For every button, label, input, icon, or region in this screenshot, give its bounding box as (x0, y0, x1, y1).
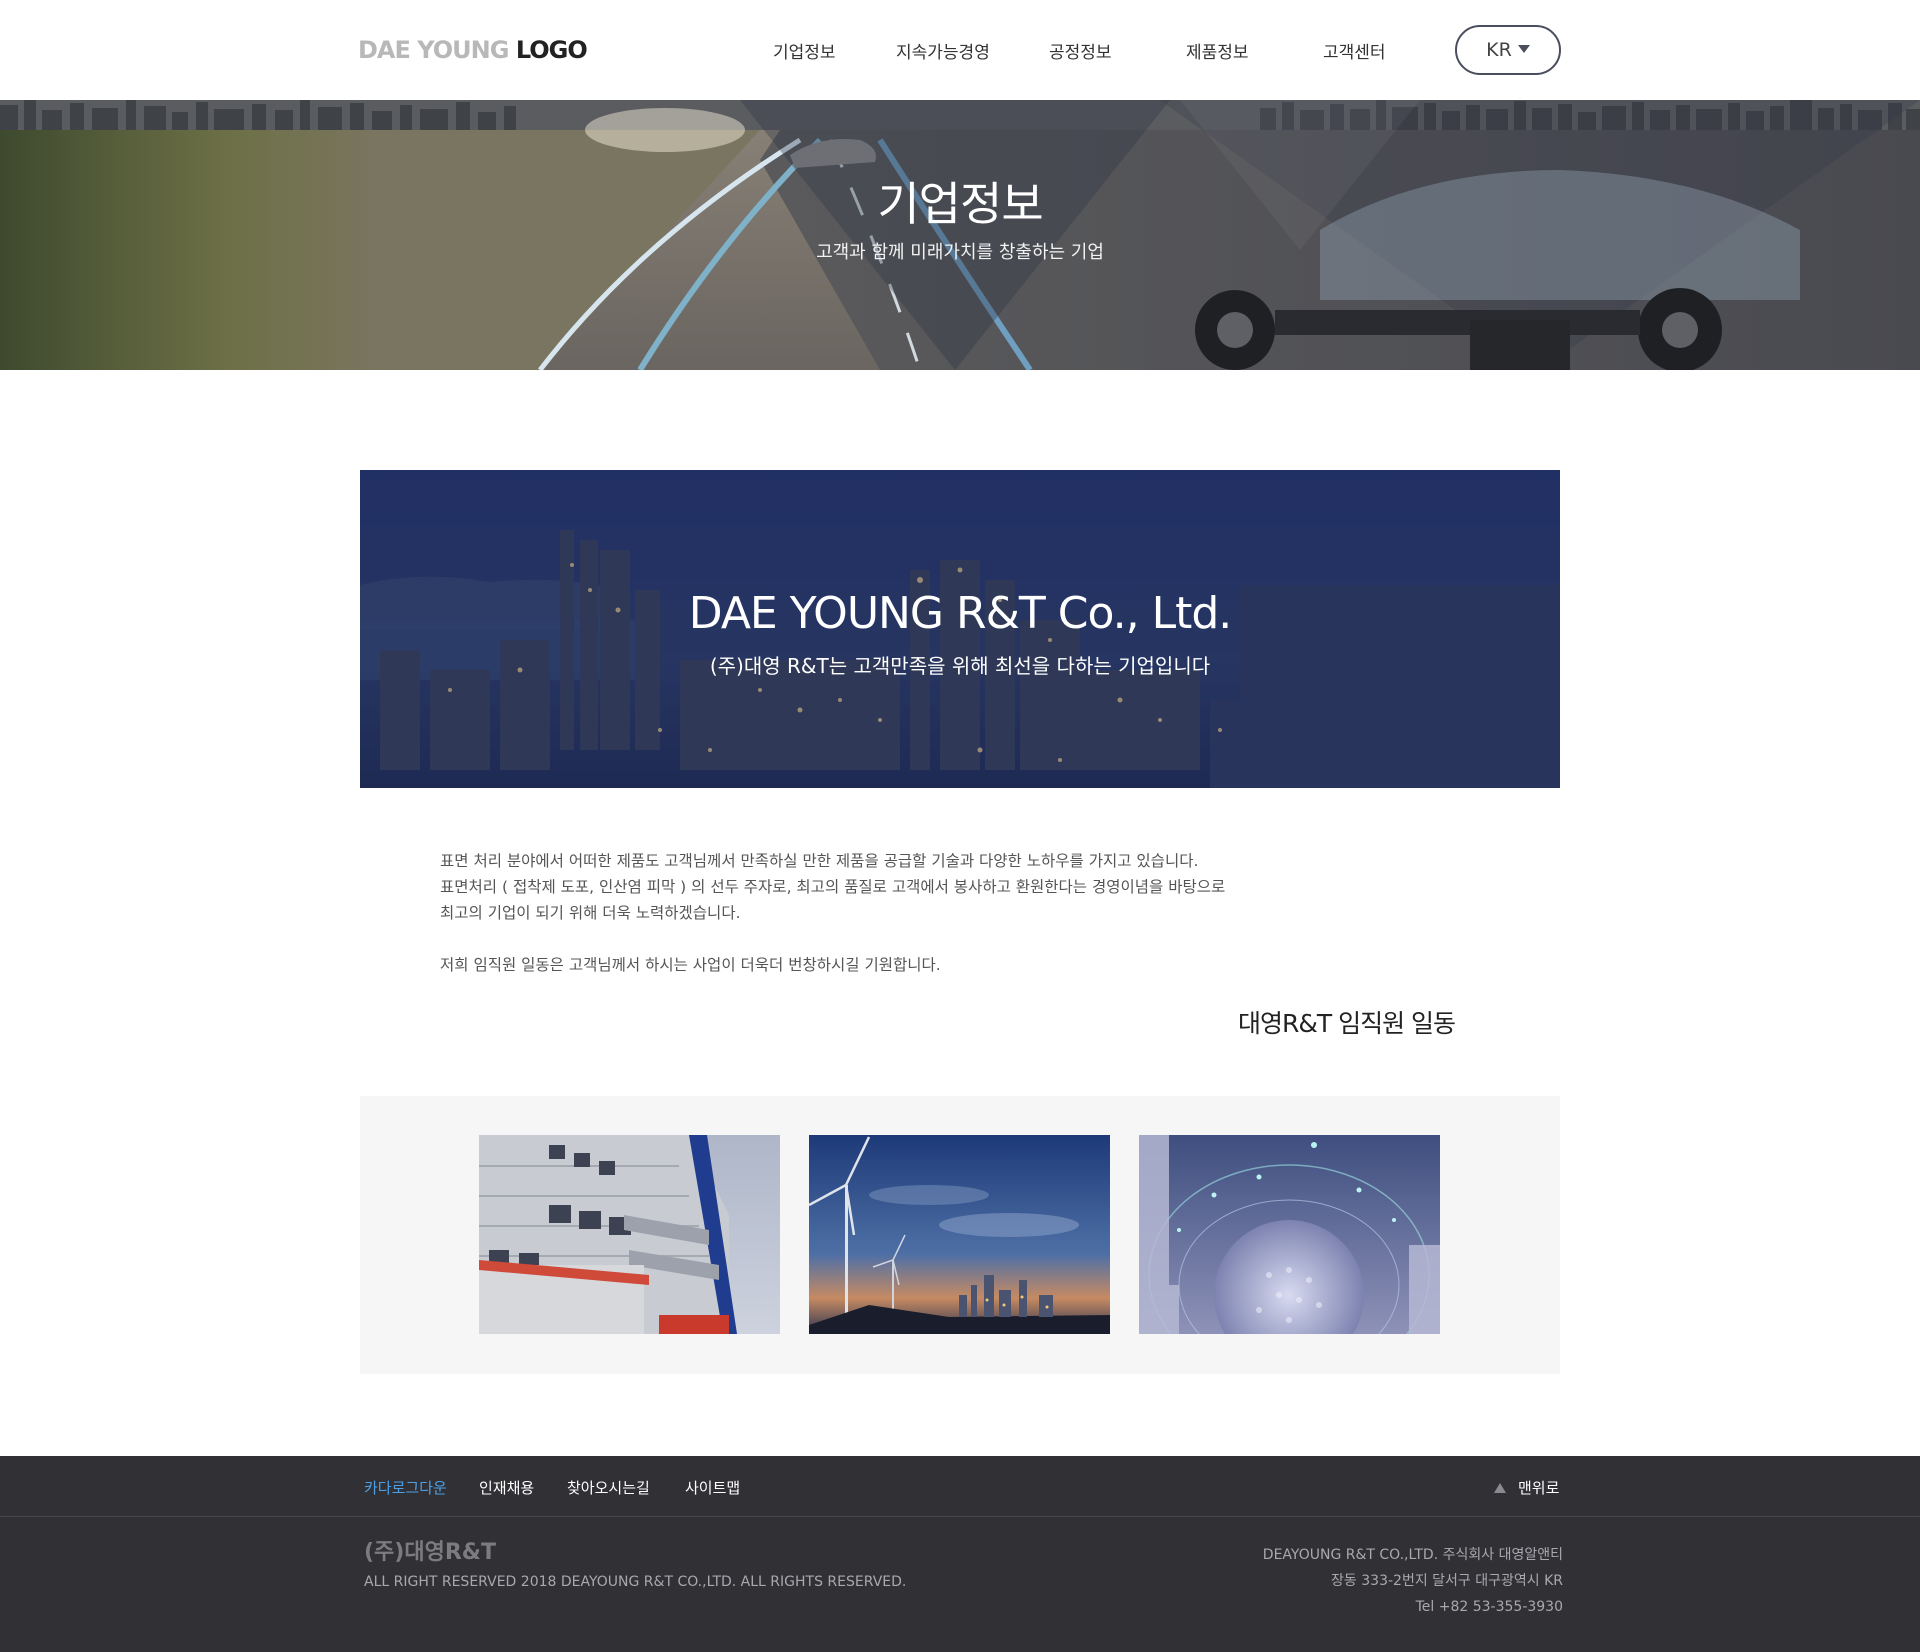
factory-building-photo (479, 1135, 780, 1334)
footer-copyright: ALL RIGHT RESERVED 2018 DEAYOUNG R&T CO.… (364, 1574, 907, 1590)
page-banner: 기업정보 고객과 함께 미래가치를 창출하는 기업 (0, 100, 1920, 370)
site-header: DAE YOUNG LOGO 기업정보 지속가능경영 공정정보 제품정보 고객센… (0, 0, 1920, 100)
footer-company-info: DEAYOUNG R&T CO.,LTD. 주식회사 대영알앤티 장동 333-… (1263, 1542, 1563, 1620)
footer-nav: 카다로그다운 인재채용 찾아오시는길 사이트맵 맨위로 (0, 1456, 1920, 1517)
page-title: 기업정보 (877, 177, 1043, 231)
nav-item-process-info[interactable]: 공정정보 (1049, 38, 1112, 63)
nav-item-sustainability[interactable]: 지속가능경영 (896, 38, 990, 63)
nav-item-company-info[interactable]: 기업정보 (773, 38, 836, 63)
scroll-to-top-button[interactable]: 맨위로 (1494, 1477, 1559, 1498)
intro-line: 표면 처리 분야에서 어떠한 제품도 고객님께서 만족하실 만한 제품을 공급할… (440, 852, 1199, 870)
chevron-down-icon (1517, 45, 1530, 53)
company-visual: DAE YOUNG R&T Co., Ltd. (주)대영 R&T는 고객만족을… (360, 470, 1560, 788)
scroll-to-top-label: 맨위로 (1518, 1479, 1560, 1497)
company-name-heading: DAE YOUNG R&T Co., Ltd. (688, 588, 1233, 639)
footer-link-catalog-download[interactable]: 카다로그다운 (364, 1477, 447, 1498)
photo-gallery (360, 1096, 1560, 1374)
wind-turbine-photo (809, 1135, 1110, 1334)
banner-background-image (0, 100, 1920, 370)
footer-link-sitemap[interactable]: 사이트맵 (685, 1477, 740, 1498)
intro-signature: 대영R&T 임직원 일동 (1238, 1009, 1456, 1038)
footer-company-name: DEAYOUNG R&T CO.,LTD. 주식회사 대영알앤티 (1262, 1547, 1563, 1563)
page-subtitle: 고객과 함께 미래가치를 창출하는 기업 (816, 242, 1104, 263)
arrow-up-icon (1494, 1483, 1506, 1493)
footer-tel: Tel +82 53-355-3930 (1415, 1599, 1563, 1615)
globe-network-photo (1139, 1135, 1440, 1334)
intro-line: 표면처리 ( 접착제 도포, 인산염 피막 ) 의 선두 주자로, 최고의 품질… (440, 878, 1226, 896)
site-footer: 카다로그다운 인재채용 찾아오시는길 사이트맵 맨위로 (주)대영R&T ALL… (0, 1456, 1920, 1652)
footer-logo: (주)대영R&T (364, 1540, 496, 1565)
nav-item-product-info[interactable]: 제품정보 (1186, 38, 1249, 63)
footer-address: 장동 333-2번지 달서구 대구광역시 KR (1331, 1573, 1563, 1589)
company-tagline: (주)대영 R&T는 고객만족을 위해 최선을 다하는 기업입니다 (709, 654, 1211, 678)
logo-text-light: DAE YOUNG (358, 36, 509, 64)
logo-text-dark: LOGO (515, 36, 588, 64)
language-label: KR (1486, 39, 1512, 61)
intro-line: 최고의 기업이 되기 위해 더욱 노력하겠습니다. (440, 904, 741, 922)
intro-line: 저희 임직원 일동은 고객님께서 하시는 사업이 더욱더 번창하시길 기원합니다… (440, 956, 941, 974)
language-selector[interactable]: KR (1455, 25, 1561, 75)
footer-link-directions[interactable]: 찾아오시는길 (567, 1477, 650, 1498)
footer-link-recruitment[interactable]: 인재채용 (479, 1477, 534, 1498)
company-intro: 표면 처리 분야에서 어떠한 제품도 고객님께서 만족하실 만한 제품을 공급할… (440, 848, 1340, 978)
site-logo[interactable]: DAE YOUNG LOGO (358, 36, 588, 64)
nav-item-customer-center[interactable]: 고객센터 (1323, 38, 1386, 63)
